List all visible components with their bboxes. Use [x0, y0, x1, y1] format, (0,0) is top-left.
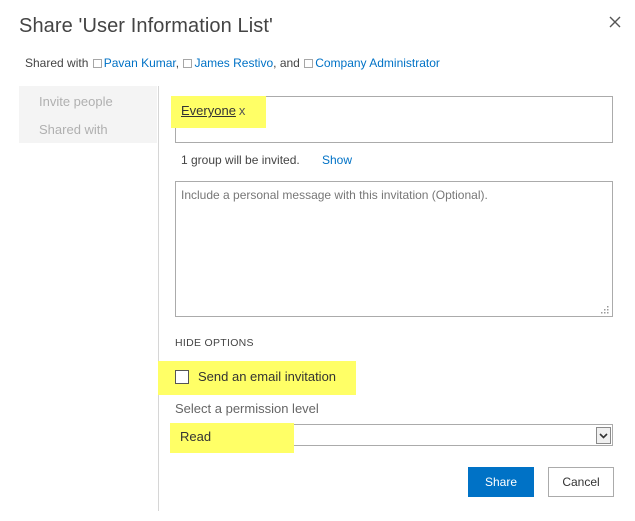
select-dropdown-button[interactable] — [596, 427, 611, 444]
shared-person-link[interactable]: James Restivo — [194, 56, 273, 70]
invite-count-text: 1 group will be invited. — [181, 153, 300, 167]
resize-grip-icon[interactable] — [600, 305, 610, 315]
cancel-button[interactable]: Cancel — [548, 467, 614, 497]
shared-with-row: Shared with Pavan Kumar, James Restivo, … — [25, 56, 440, 70]
send-email-checkbox[interactable] — [175, 370, 189, 384]
nav-item-invite-people[interactable]: Invite people — [39, 94, 113, 109]
divider — [158, 86, 159, 511]
show-link[interactable]: Show — [322, 153, 352, 167]
separator: , and — [273, 56, 300, 70]
message-placeholder: Include a personal message with this inv… — [181, 188, 488, 202]
person-checkbox-icon — [183, 59, 193, 68]
person-checkbox-icon — [92, 59, 102, 68]
share-side-nav: Invite people Shared with — [19, 86, 157, 143]
person-checkbox-icon — [304, 59, 314, 68]
share-button[interactable]: Share — [468, 467, 534, 497]
invite-token-name[interactable]: Everyone — [181, 103, 236, 118]
shared-person-link[interactable]: Pavan Kumar — [104, 56, 176, 70]
dialog-title: Share 'User Information List' — [19, 15, 273, 37]
separator: , — [175, 56, 180, 70]
remove-token-button[interactable]: x — [239, 103, 246, 118]
shared-with-label: Shared with — [25, 56, 89, 70]
share-dialog: Share 'User Information List' Shared wit… — [0, 0, 635, 521]
send-email-label[interactable]: Send an email invitation — [198, 369, 336, 384]
chevron-down-icon — [599, 433, 608, 439]
permission-level-value: Read — [180, 429, 212, 444]
close-icon — [609, 16, 621, 28]
permission-level-label: Select a permission level — [175, 401, 319, 416]
nav-item-shared-with[interactable]: Shared with — [39, 122, 108, 137]
invite-token: Everyone x — [181, 103, 245, 118]
hide-options-link[interactable]: HIDE OPTIONS — [175, 337, 254, 349]
shared-person-link[interactable]: Company Administrator — [315, 56, 440, 70]
close-button[interactable] — [604, 11, 626, 33]
